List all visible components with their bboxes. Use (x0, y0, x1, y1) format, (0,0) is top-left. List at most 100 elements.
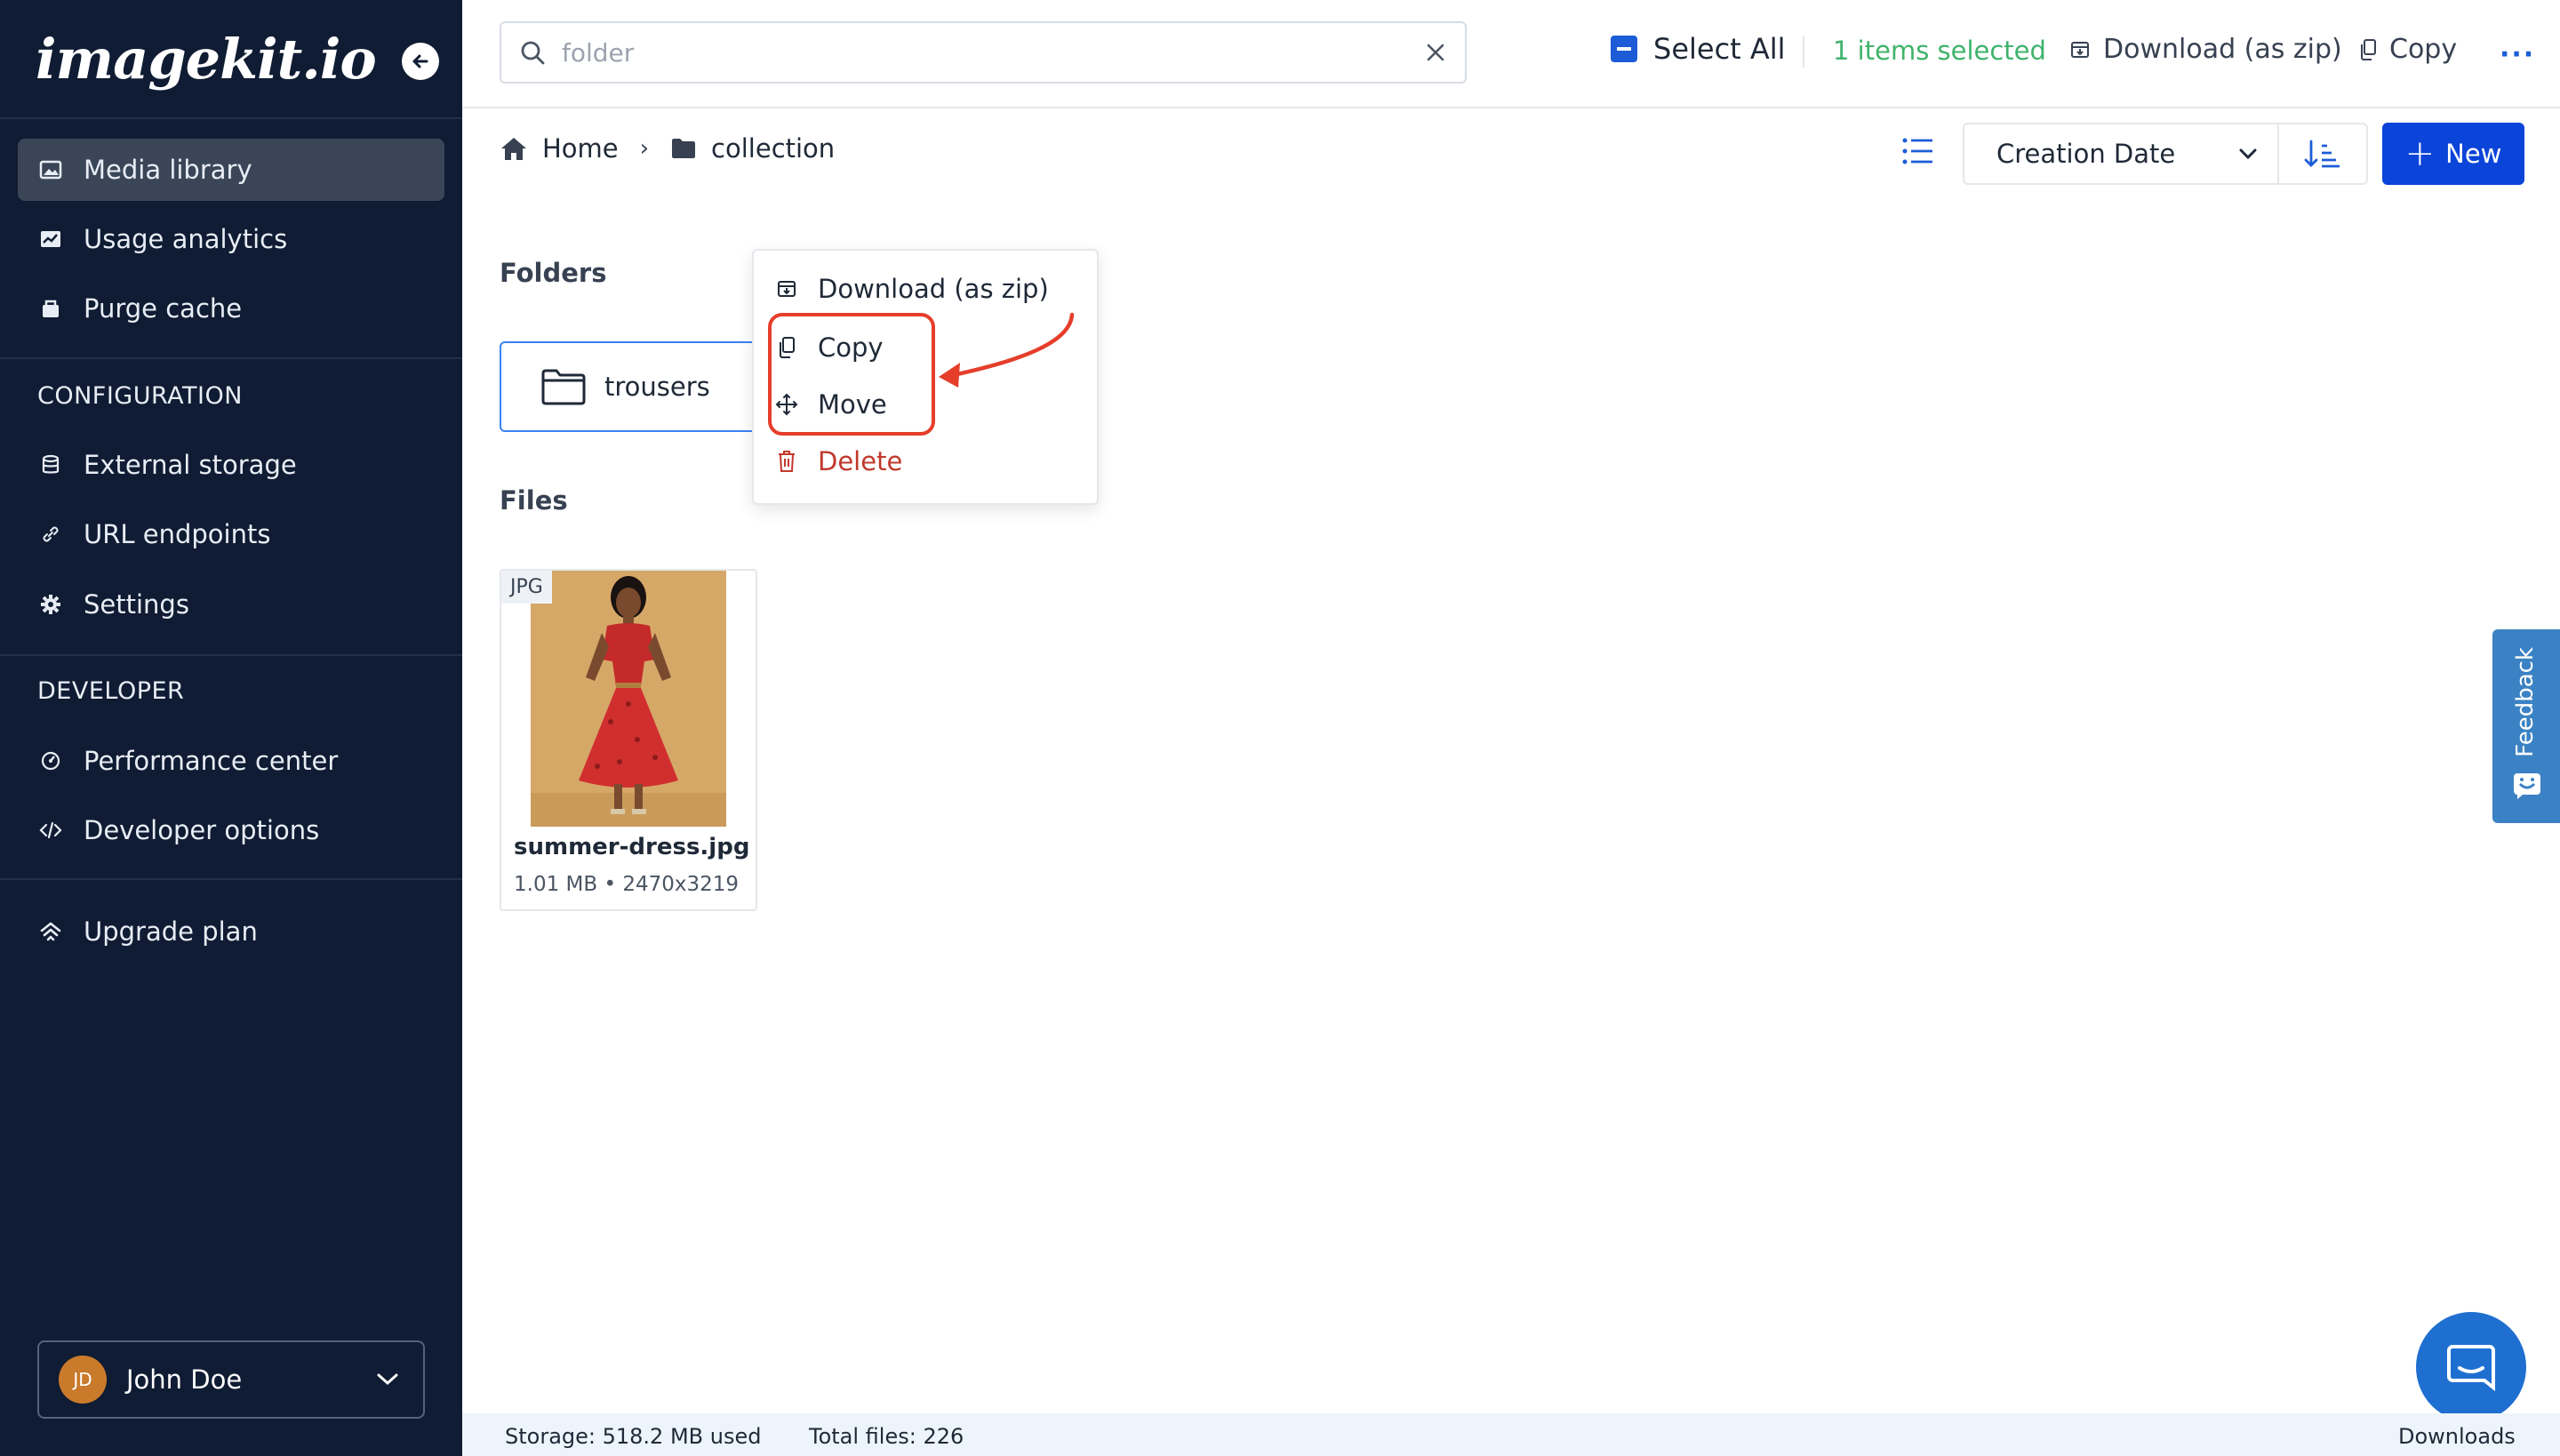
download-zip-button[interactable]: Download (as zip) (2069, 34, 2342, 65)
menu-item-download-zip[interactable]: Download (as zip) (773, 274, 1049, 304)
sort-by-select[interactable]: Creation Date (1963, 123, 2279, 185)
arrow-left-icon (412, 54, 428, 68)
toolbar-divider (1803, 36, 1804, 68)
app-logo[interactable]: imagekit.io (36, 27, 377, 92)
collapse-sidebar-button[interactable] (402, 43, 439, 80)
cache-icon (37, 295, 64, 322)
sidebar-item-label: Purge cache (84, 293, 243, 324)
sidebar-item-settings[interactable]: Settings (18, 573, 444, 636)
sidebar-divider (0, 357, 462, 359)
sidebar-item-label: Developer options (84, 815, 320, 845)
total-files: Total files: 226 (809, 1424, 964, 1449)
sidebar-item-label: Media library (84, 155, 252, 185)
developer-heading: DEVELOPER (37, 677, 185, 705)
menu-item-label: Download (as zip) (818, 274, 1049, 304)
new-button[interactable]: + New (2382, 123, 2524, 185)
sidebar-item-label: Settings (84, 589, 189, 620)
trash-icon (773, 450, 800, 473)
archive-icon (2069, 39, 2091, 60)
home-icon (500, 135, 528, 162)
search-box (500, 21, 1467, 84)
sidebar-item-url-endpoints[interactable]: URL endpoints (18, 503, 444, 565)
annotation-arrow (930, 308, 1081, 396)
sidebar-divider (0, 117, 462, 119)
menu-item-delete[interactable]: Delete (773, 446, 902, 476)
top-bar: Select All 1 items selected Download (as… (462, 0, 2560, 108)
download-zip-label: Download (as zip) (2103, 34, 2342, 65)
search-icon (519, 39, 546, 66)
link-icon (37, 521, 64, 548)
files-heading: Files (500, 485, 568, 516)
sidebar: imagekit.io Media library Usage analytic… (0, 0, 462, 1456)
woman-red-dress-image (531, 571, 726, 827)
status-bar: Storage: 518.2 MB used Total files: 226 … (462, 1413, 2560, 1456)
sidebar-item-upgrade-plan[interactable]: Upgrade plan (18, 900, 444, 963)
sidebar-item-performance-center[interactable]: Performance center (18, 730, 444, 792)
chevron-right-icon: › (639, 135, 650, 162)
sort-by-value: Creation Date (1996, 139, 2176, 169)
feedback-label: Feedback (2512, 647, 2539, 757)
copy-button[interactable]: Copy (2359, 34, 2457, 65)
breadcrumb-current[interactable]: collection (711, 133, 835, 164)
breadcrumb: Home › collection (500, 133, 835, 164)
sidebar-item-developer-options[interactable]: Developer options (18, 799, 444, 861)
sidebar-item-label: Performance center (84, 746, 339, 776)
code-icon (37, 817, 64, 844)
select-all-label: Select All (1653, 32, 1786, 66)
sort-ascending-icon (2304, 139, 2341, 169)
avatar: JD (59, 1356, 107, 1404)
smile-chat-icon (2512, 772, 2542, 800)
sidebar-item-label: Upgrade plan (84, 916, 258, 947)
new-button-label: New (2445, 139, 2502, 169)
menu-item-label: Delete (818, 446, 903, 476)
image-icon (37, 156, 64, 183)
archive-icon (773, 278, 800, 300)
chevron-down-icon (375, 1372, 400, 1388)
downloads-link[interactable]: Downloads (2398, 1424, 2516, 1449)
sidebar-item-external-storage[interactable]: External storage (18, 434, 444, 496)
feedback-tab[interactable]: Feedback (2492, 629, 2560, 823)
upgrade-icon (37, 918, 64, 945)
copy-icon (2359, 38, 2377, 61)
sidebar-divider (0, 654, 462, 656)
file-type-badge: JPG (501, 571, 552, 604)
database-icon (37, 452, 64, 478)
folder-card[interactable]: trousers (500, 341, 766, 432)
folder-icon (670, 137, 697, 160)
list-icon (1900, 135, 1936, 167)
folder-outline-icon (540, 367, 587, 406)
sidebar-item-media-library[interactable]: Media library (18, 139, 444, 201)
file-thumbnail (531, 571, 726, 827)
user-menu[interactable]: JD John Doe (37, 1340, 425, 1419)
chat-launcher-button[interactable] (2416, 1312, 2526, 1422)
gauge-icon (37, 748, 64, 774)
list-view-button[interactable] (1900, 135, 1936, 167)
close-icon[interactable] (1426, 43, 1445, 62)
user-name: John Doe (126, 1364, 243, 1395)
breadcrumb-home[interactable]: Home (542, 133, 619, 164)
file-name: summer-dress.jpg (514, 834, 750, 860)
file-card[interactable]: JPG summer-dress.jpg 1.01 MB • 2470x3219 (500, 569, 757, 911)
annotation-highlight-box (768, 313, 935, 436)
sidebar-item-label: URL endpoints (84, 519, 271, 549)
copy-label: Copy (2389, 34, 2458, 65)
checkbox-indeterminate-icon (1611, 36, 1637, 62)
sidebar-item-purge-cache[interactable]: Purge cache (18, 277, 444, 340)
storage-used: Storage: 518.2 MB used (505, 1424, 762, 1449)
search-input[interactable] (562, 37, 1426, 68)
folders-heading: Folders (500, 258, 607, 288)
gear-icon (37, 591, 64, 618)
sidebar-divider (0, 878, 462, 880)
sidebar-item-label: Usage analytics (84, 224, 288, 254)
chart-icon (37, 226, 64, 252)
select-all-checkbox[interactable]: Select All (1611, 32, 1786, 66)
file-meta: 1.01 MB • 2470x3219 (514, 873, 740, 896)
selected-count: 1 items selected (1833, 36, 2046, 66)
plus-icon: + (2404, 133, 2436, 174)
chat-icon (2445, 1341, 2497, 1393)
sidebar-item-usage-analytics[interactable]: Usage analytics (18, 208, 444, 270)
configuration-heading: CONFIGURATION (37, 382, 243, 410)
more-options-icon[interactable]: ··· (2500, 39, 2535, 70)
sort-direction-button[interactable] (2277, 123, 2368, 185)
folder-name: trousers (604, 372, 710, 402)
